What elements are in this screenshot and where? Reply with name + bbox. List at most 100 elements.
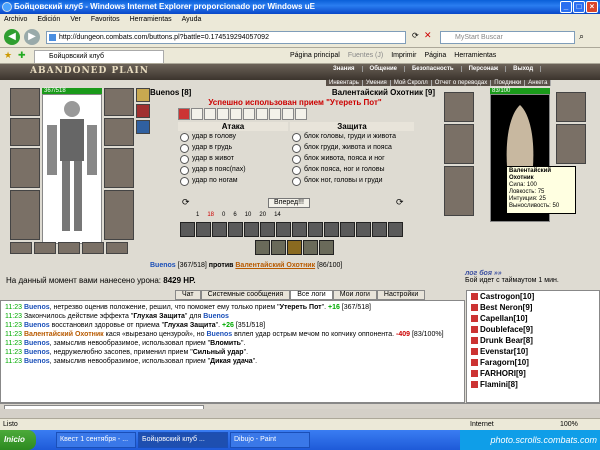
combo-slot[interactable] [243,108,255,120]
settings-battle-icon[interactable]: ⟳ [396,197,404,208]
attack-head-radio[interactable]: удар в голову [178,131,288,142]
block-option-2[interactable]: блок груди, живота и пояса [290,142,414,153]
combo-slot[interactable] [204,108,216,120]
opp-armor-slot[interactable] [444,166,474,216]
search-icon[interactable]: ⌕ [579,31,584,42]
nav-social[interactable]: Общение [363,66,405,72]
skill-icon[interactable] [180,222,195,237]
combo-slot[interactable] [269,108,281,120]
user-list-item[interactable]: Castrogon[10] [467,291,599,302]
user-list-item[interactable]: Faragorn[10] [467,357,599,368]
menu-ver[interactable]: Ver [70,14,81,26]
stop-icon[interactable]: ✕ [424,30,432,41]
opponent-name[interactable]: Валентайский Охотник [9] [332,88,435,97]
combo-slot[interactable] [191,108,203,120]
forward-icon[interactable]: ▶ [24,29,40,45]
nav-skills[interactable]: Умения [363,80,391,86]
nav-profile[interactable]: Анкета [525,80,552,86]
menu-favoritos[interactable]: Favoritos [91,14,120,26]
user-list-item[interactable]: Drunk Bear[8] [467,335,599,346]
refresh-icon[interactable]: ⟳ [412,31,419,40]
block-option-1[interactable]: блок головы, груди и живота [290,131,414,142]
combo-slot[interactable] [178,108,190,120]
add-favorite-icon[interactable]: ✚ [18,50,26,61]
tab-chat[interactable]: Чат [175,290,201,300]
nav-transfers[interactable]: Отчет о переводах [432,80,492,86]
refresh-battle-icon[interactable]: ⟳ [182,197,190,208]
tool-print[interactable]: Imprimir [391,50,416,62]
buff-icon-3[interactable] [136,120,150,134]
skill-icon[interactable] [292,222,307,237]
bracers-slot[interactable] [106,242,128,254]
tab-all-logs[interactable]: Все логи [290,290,333,300]
skill-icon[interactable] [271,240,286,255]
nav-battles[interactable]: Поединки [491,80,526,86]
chat-input[interactable] [4,405,204,409]
address-input[interactable]: http://dungeon.combats.com/buttons.pl?ba… [46,31,406,44]
skill-icon[interactable] [308,222,323,237]
forward-button[interactable]: Вперед!!! [268,198,310,208]
skill-icon[interactable] [372,222,387,237]
menu-ayuda[interactable]: Ayuda [182,14,202,26]
nav-inventory[interactable]: Инвентарь [326,80,363,86]
shield-slot[interactable] [104,148,134,188]
ring-slot-1[interactable] [10,242,32,254]
skill-icon[interactable] [356,222,371,237]
nav-scroll[interactable]: Мой Скролл [391,80,432,86]
skill-icon[interactable] [319,240,334,255]
user-list-item[interactable]: FARHORI[9] [467,368,599,379]
combo-slot[interactable] [217,108,229,120]
skill-icon[interactable] [324,222,339,237]
attack-chest-radio[interactable]: удар в грудь [178,142,288,153]
block-option-5[interactable]: блок ног, головы и груди [290,175,414,186]
tool-home[interactable]: Página principal [290,50,340,62]
opp-earring-slot[interactable] [556,92,586,122]
combo-slot[interactable] [282,108,294,120]
ring-slot-2[interactable] [34,242,56,254]
skill-icon[interactable] [340,222,355,237]
combo-slot[interactable] [295,108,307,120]
skill-icon[interactable] [388,222,403,237]
nav-character[interactable]: Персонаж [462,66,507,72]
weapon-slot[interactable] [10,148,40,188]
vs-opponent[interactable]: Валентайский Охотник [235,262,315,269]
nav-security[interactable]: Безопасность [405,66,462,72]
task-quest[interactable]: Квест 1 сентября - ... [56,432,136,448]
favorites-star-icon[interactable]: ★ [4,50,12,61]
close-button[interactable]: × [586,1,598,13]
skill-icon[interactable] [255,240,270,255]
skill-icon[interactable] [287,240,302,255]
user-list-item[interactable]: Doubleface[9] [467,324,599,335]
start-button[interactable]: Inicio [0,430,36,450]
ring-slot-3[interactable] [58,242,80,254]
minimize-button[interactable]: _ [560,1,572,13]
opp-weapon-slot[interactable] [444,124,474,164]
maximize-button[interactable]: □ [573,1,585,13]
menu-herramientas[interactable]: Herramientas [130,14,172,26]
earring-slot[interactable] [104,88,134,116]
skill-icon[interactable] [212,222,227,237]
tool-feeds[interactable]: Fuentes (J) [348,50,383,62]
task-paint[interactable]: Dibujo - Paint [230,432,310,448]
player-name[interactable]: Buenos [8] [150,88,191,97]
opp-shield-slot[interactable] [556,124,586,164]
skill-icon[interactable] [196,222,211,237]
skill-icon[interactable] [303,240,318,255]
nav-exit[interactable]: Выход [506,66,542,72]
combo-slot[interactable] [256,108,268,120]
task-fightclub[interactable]: Бойцовский клуб ... [138,432,228,448]
vs-player[interactable]: Buenos [150,262,176,269]
block-option-4[interactable]: блок пояса, ног и головы [290,164,414,175]
opp-helmet-slot[interactable] [444,92,474,122]
tool-page[interactable]: Página [425,50,447,62]
block-option-3[interactable]: блок живота, пояса и ног [290,153,414,164]
menu-archivo[interactable]: Archivo [4,14,27,26]
skill-icon[interactable] [228,222,243,237]
user-list-item[interactable]: Best Neron[9] [467,302,599,313]
back-icon[interactable]: ◀ [4,29,20,45]
attack-legs-radio[interactable]: удар по ногам [178,175,288,186]
search-input[interactable]: MyStart Buscar [440,31,575,44]
attack-belly-radio[interactable]: удар в живот [178,153,288,164]
nav-knowledge[interactable]: Знания [326,66,363,72]
skill-icon[interactable] [260,222,275,237]
